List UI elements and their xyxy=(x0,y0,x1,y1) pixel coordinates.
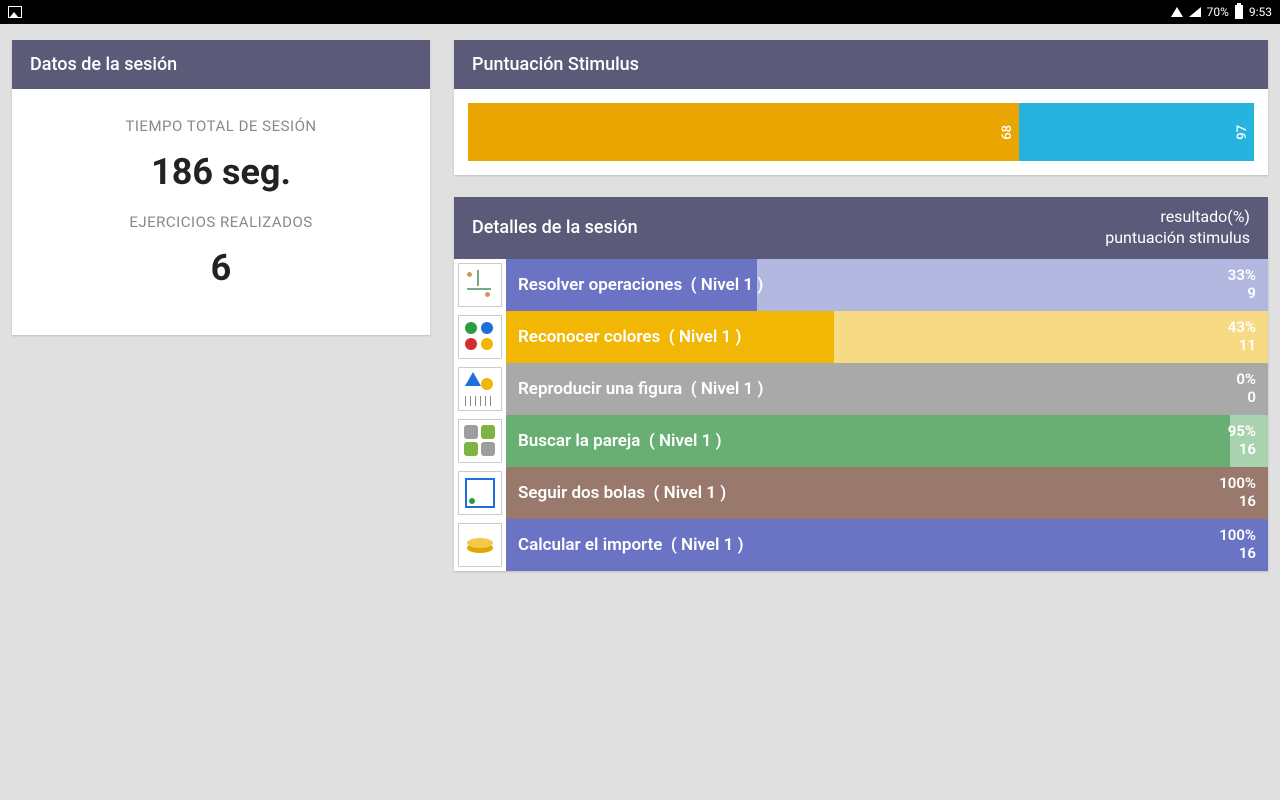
score-max-segment: 97 xyxy=(1019,103,1254,161)
exercise-name: Buscar la pareja ( Nivel 1 ) xyxy=(506,431,1228,451)
balls-icon xyxy=(458,471,502,515)
exercise-name: Calcular el importe ( Nivel 1 ) xyxy=(506,535,1219,555)
exercise-result: 100%16 xyxy=(1219,475,1268,510)
session-details-title: Detalles de la sesión xyxy=(472,217,1105,238)
exercise-row[interactable]: Reconocer colores ( Nivel 1 )43%11 xyxy=(454,311,1268,363)
exercise-row[interactable]: Calcular el importe ( Nivel 1 )100%16 xyxy=(454,519,1268,571)
stimulus-header-label: puntuación stimulus xyxy=(1105,228,1250,249)
battery-icon xyxy=(1235,5,1243,19)
exercise-result: 33%9 xyxy=(1228,267,1268,302)
exercise-name: Seguir dos bolas ( Nivel 1 ) xyxy=(506,483,1219,503)
wifi-icon xyxy=(1171,7,1183,17)
stimulus-score-title: Puntuación Stimulus xyxy=(454,40,1268,89)
session-exercises-label: EJERCICIOS REALIZADOS xyxy=(22,213,420,231)
session-details-header: Detalles de la sesión resultado(%) puntu… xyxy=(454,197,1268,259)
stimulus-score-card: Puntuación Stimulus 68 97 xyxy=(454,40,1268,175)
signal-icon xyxy=(1189,7,1201,17)
exercise-result: 95%16 xyxy=(1228,423,1268,458)
ops-icon xyxy=(458,263,502,307)
exercise-level: ( Nivel 1 ) xyxy=(691,275,764,295)
pairs-icon xyxy=(458,419,502,463)
session-exercises-value: 6 xyxy=(22,247,420,289)
exercise-row[interactable]: Buscar la pareja ( Nivel 1 )95%16 xyxy=(454,415,1268,467)
exercise-level: ( Nivel 1 ) xyxy=(654,483,727,503)
exercise-level: ( Nivel 1 ) xyxy=(669,327,742,347)
exercise-result: 0%0 xyxy=(1236,371,1268,406)
exercise-name: Resolver operaciones ( Nivel 1 ) xyxy=(506,275,1228,295)
android-status-bar: 70% 9:53 xyxy=(0,0,1280,24)
exercise-name: Reproducir una figura ( Nivel 1 ) xyxy=(506,379,1236,399)
exercise-name: Reconocer colores ( Nivel 1 ) xyxy=(506,327,1228,347)
session-time-value: 186 seg. xyxy=(22,151,420,193)
score-max-value: 97 xyxy=(1231,125,1254,140)
exercise-row[interactable]: Reproducir una figura ( Nivel 1 )0%0 xyxy=(454,363,1268,415)
figure-icon xyxy=(458,367,502,411)
score-current-segment: 68 xyxy=(468,103,1019,161)
status-time: 9:53 xyxy=(1249,5,1272,19)
exercise-result: 100%16 xyxy=(1219,527,1268,562)
coins-icon xyxy=(458,523,502,567)
battery-text: 70% xyxy=(1207,5,1229,19)
exercise-result: 43%11 xyxy=(1228,319,1268,354)
result-header-label: resultado(%) xyxy=(1105,207,1250,228)
session-time-label: TIEMPO TOTAL DE SESIÓN xyxy=(22,117,420,135)
exercise-row[interactable]: Resolver operaciones ( Nivel 1 )33%9 xyxy=(454,259,1268,311)
exercise-row[interactable]: Seguir dos bolas ( Nivel 1 )100%16 xyxy=(454,467,1268,519)
stimulus-score-bar: 68 97 xyxy=(468,103,1254,161)
exercise-level: ( Nivel 1 ) xyxy=(649,431,722,451)
exercise-level: ( Nivel 1 ) xyxy=(691,379,764,399)
session-data-title: Datos de la sesión xyxy=(12,40,430,89)
session-details-card: Detalles de la sesión resultado(%) puntu… xyxy=(454,197,1268,571)
gallery-icon xyxy=(8,6,22,18)
session-data-card: Datos de la sesión TIEMPO TOTAL DE SESIÓ… xyxy=(12,40,430,335)
exercise-level: ( Nivel 1 ) xyxy=(671,535,744,555)
colors-icon xyxy=(458,315,502,359)
score-current-value: 68 xyxy=(996,125,1019,140)
